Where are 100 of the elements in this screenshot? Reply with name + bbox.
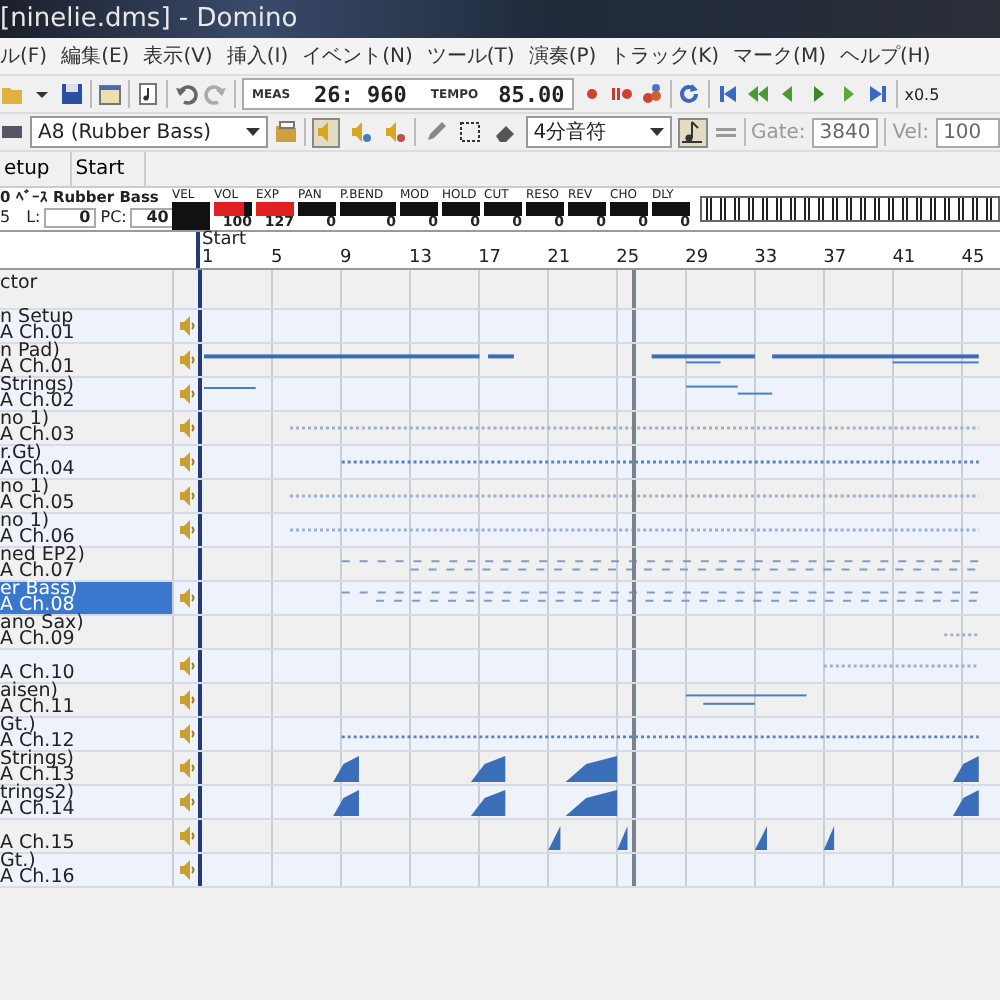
track-label[interactable]: A Ch.10 [0, 650, 172, 682]
measure-number: 5 [271, 250, 283, 268]
tab[interactable]: Start [71, 152, 147, 186]
measure-number: 29 [685, 250, 709, 268]
track-label[interactable]: ano Sax) A Ch.09 [0, 616, 172, 648]
speaker-icon[interactable] [177, 384, 195, 404]
instrument-icon[interactable] [0, 120, 24, 144]
meter-track[interactable] [484, 202, 522, 216]
note-bars-drawing [686, 694, 807, 705]
speaker-icon[interactable] [177, 758, 195, 778]
caret-icon [245, 128, 260, 136]
measure-number: 41 [892, 250, 916, 268]
note-icon[interactable] [136, 82, 160, 106]
track-label[interactable]: ned EP2) A Ch.07 [0, 548, 172, 580]
measure-number: 1 [202, 250, 214, 268]
all-tool-button[interactable] [380, 117, 409, 147]
properties-icon[interactable] [98, 82, 122, 106]
track-label[interactable]: A Ch.15 [0, 820, 172, 852]
measure-number: 33 [754, 250, 778, 268]
speaker-icon[interactable] [177, 690, 195, 710]
menu-item[interactable]: ヘルプ(H) [839, 42, 931, 70]
marker-label: Start [202, 232, 246, 250]
window-title: [ninelie.dms] - Domino [0, 4, 298, 34]
pencil-icon [424, 120, 449, 144]
speaker-icon[interactable] [177, 588, 195, 608]
meter-track[interactable] [610, 202, 648, 216]
track-label[interactable]: Gt.) A Ch.16 [0, 854, 172, 886]
measure-number: 21 [547, 250, 571, 268]
meter-track[interactable] [652, 202, 690, 216]
caret-icon [650, 128, 665, 136]
undo-icon[interactable] [174, 82, 198, 106]
save-icon[interactable] [60, 82, 84, 106]
meter-track[interactable] [526, 202, 564, 216]
measure-number: 9 [340, 250, 352, 268]
track-label[interactable]: er Bass) A Ch.08 [0, 582, 172, 614]
speaker-icon[interactable] [177, 826, 195, 846]
measure-number: 37 [823, 250, 847, 268]
step-record-icon[interactable] [640, 82, 665, 106]
pc-label: PC: [100, 208, 127, 228]
track-name: ctor [0, 276, 40, 292]
measure-number: 45 [961, 250, 985, 268]
meter-track[interactable] [442, 202, 480, 216]
note-length-dropdown[interactable]: 4分音符 [525, 116, 673, 148]
speaker-icon[interactable] [177, 350, 195, 370]
speaker-icon[interactable] [177, 860, 195, 880]
l-field[interactable]: 0 [44, 208, 97, 228]
speed-label[interactable]: x0.5 [904, 85, 940, 103]
gate-field[interactable]: 3840 [811, 117, 879, 147]
track-number: 5 [0, 208, 11, 228]
note-icon [680, 120, 705, 144]
speaker-tool-button[interactable] [311, 117, 340, 147]
speaker-icon [382, 120, 407, 144]
menu-item[interactable]: 編集(E) [61, 42, 130, 70]
meter-track[interactable] [172, 202, 210, 230]
measure-number: 25 [616, 250, 640, 268]
track-label[interactable]: Gt.) A Ch.12 [0, 718, 172, 750]
pause-record-icon[interactable] [610, 82, 635, 106]
tab[interactable]: etup [0, 152, 72, 186]
speaker-icon[interactable] [177, 724, 195, 744]
rewind-icon[interactable] [746, 82, 771, 106]
track-label[interactable]: n Pad) A Ch.01 [0, 344, 172, 376]
eraser-icon [493, 120, 518, 144]
speaker-icon [347, 120, 372, 144]
track-label[interactable]: aisen) A Ch.11 [0, 684, 172, 716]
speaker-icon[interactable] [177, 486, 195, 506]
loop-icon[interactable] [678, 82, 703, 106]
velocity-label: Vel: [892, 121, 930, 143]
instrument-dropdown[interactable]: A8 (Rubber Bass) [30, 116, 268, 148]
skip-start-icon[interactable] [716, 82, 741, 106]
selection-icon [458, 120, 483, 144]
meter-track[interactable] [298, 202, 336, 216]
meter-track[interactable] [340, 202, 396, 216]
measure-number: 13 [409, 250, 432, 268]
speaker-icon[interactable] [177, 452, 195, 472]
meter-track[interactable] [400, 202, 438, 216]
meter-track[interactable] [214, 202, 252, 216]
menu-item[interactable]: 挿入(I) [226, 42, 289, 70]
select-tool-button[interactable] [456, 117, 485, 147]
menu-item[interactable]: ツール(T) [426, 42, 515, 70]
gate-label: Gate: [750, 121, 806, 143]
skip-end-icon[interactable] [866, 82, 891, 106]
folder-icon[interactable] [273, 120, 298, 144]
track-label[interactable]: trings2) A Ch.14 [0, 786, 172, 818]
speaker-icon[interactable] [177, 418, 195, 438]
meter-track[interactable] [568, 202, 606, 216]
velocity-field[interactable]: 100 [935, 117, 1000, 147]
menu-item[interactable]: マーク(M) [733, 42, 826, 70]
meter-track[interactable] [256, 202, 294, 216]
speaker-icon[interactable] [177, 792, 195, 812]
l-label: L: [26, 208, 41, 228]
speaker-icon[interactable] [177, 656, 195, 676]
menu-item[interactable]: 表示(V) [143, 42, 213, 70]
note-toggle-button[interactable] [678, 117, 708, 147]
speaker-icon[interactable] [177, 520, 195, 540]
menu-item[interactable]: ル(F) [0, 42, 48, 70]
menu-item[interactable]: 演奏(P) [528, 42, 597, 70]
menu-item[interactable]: トラック(K) [610, 42, 720, 70]
speaker-icon[interactable] [177, 316, 195, 336]
measure-number: 17 [478, 250, 502, 268]
menu-item[interactable]: イベント(N) [302, 42, 413, 70]
